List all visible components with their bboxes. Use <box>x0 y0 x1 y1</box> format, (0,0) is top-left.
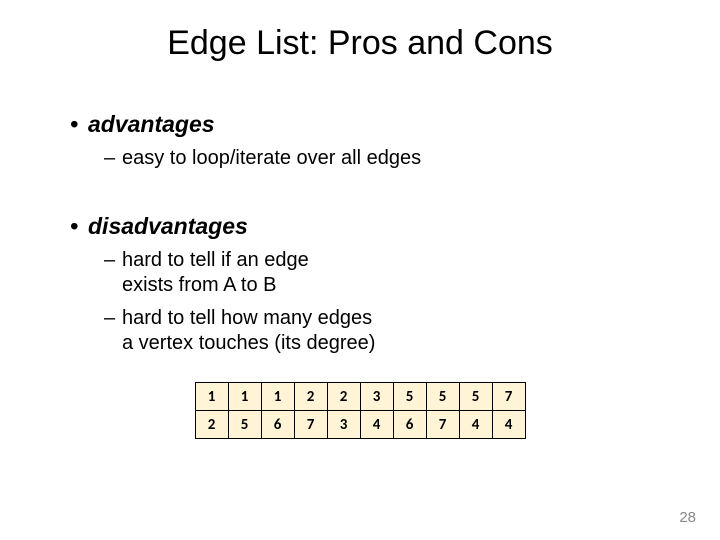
disadvantages-label: disadvantages <box>88 213 248 239</box>
advantages-label: advantages <box>88 111 215 137</box>
advantages-item-text: easy to loop/iterate over all edges <box>122 146 421 171</box>
cell: 6 <box>261 411 294 439</box>
table-row: 1 1 1 2 2 3 5 5 5 7 <box>195 383 525 411</box>
cell: 2 <box>327 383 360 411</box>
cell: 4 <box>492 411 525 439</box>
slide: Edge List: Pros and Cons •advantages –ea… <box>0 0 720 540</box>
dash-icon: – <box>104 306 122 331</box>
cell: 2 <box>195 411 228 439</box>
cell: 4 <box>459 411 492 439</box>
disadvantages-item-text: hard to tell if an edge exists from A to… <box>122 248 309 298</box>
advantages-heading: •advantages <box>70 111 650 138</box>
cell: 5 <box>459 383 492 411</box>
bullet-icon: • <box>70 111 88 138</box>
cell: 1 <box>195 383 228 411</box>
disadvantages-item-text: hard to tell how many edges a vertex tou… <box>122 306 375 356</box>
dash-icon: – <box>104 146 122 171</box>
cell: 5 <box>228 411 261 439</box>
cell: 1 <box>261 383 294 411</box>
cell: 5 <box>393 383 426 411</box>
dash-icon: – <box>104 248 122 273</box>
slide-title: Edge List: Pros and Cons <box>0 0 720 73</box>
cell: 1 <box>228 383 261 411</box>
table-row: 2 5 6 7 3 4 6 7 4 4 <box>195 411 525 439</box>
cell: 2 <box>294 383 327 411</box>
disadvantages-heading: •disadvantages <box>70 213 650 240</box>
edge-list-table: 1 1 1 2 2 3 5 5 5 7 2 5 6 7 3 4 <box>195 382 526 439</box>
page-number: 28 <box>679 509 696 526</box>
disadvantages-item: –hard to tell if an edge exists from A t… <box>70 248 650 298</box>
advantages-item: –easy to loop/iterate over all edges <box>70 146 650 171</box>
cell: 4 <box>360 411 393 439</box>
bullet-icon: • <box>70 213 88 240</box>
cell: 3 <box>327 411 360 439</box>
spacer <box>70 171 650 195</box>
cell: 7 <box>294 411 327 439</box>
cell: 7 <box>492 383 525 411</box>
edge-table-wrap: 1 1 1 2 2 3 5 5 5 7 2 5 6 7 3 4 <box>70 382 650 439</box>
cell: 7 <box>426 411 459 439</box>
cell: 5 <box>426 383 459 411</box>
slide-content: •advantages –easy to loop/iterate over a… <box>0 73 720 439</box>
cell: 3 <box>360 383 393 411</box>
cell: 6 <box>393 411 426 439</box>
disadvantages-item: –hard to tell how many edges a vertex to… <box>70 306 650 356</box>
